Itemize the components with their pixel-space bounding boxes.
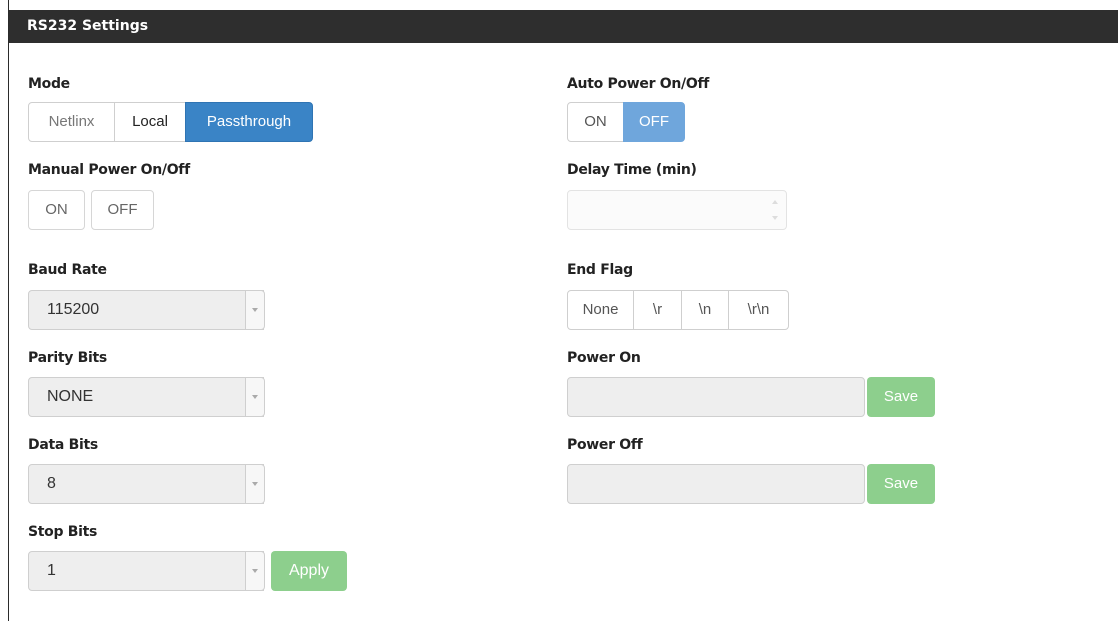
data-bits-dropdown-icon[interactable]	[245, 464, 265, 504]
data-bits-select[interactable]: 8	[28, 464, 264, 504]
power-on-label: Power On	[567, 350, 641, 366]
rs232-settings-panel: RS232 Settings Mode Netlinx Local Passth…	[8, 0, 1118, 621]
baud-rate-dropdown-icon[interactable]	[245, 290, 265, 330]
auto-power-off-button[interactable]: OFF	[623, 102, 685, 142]
end-flag-button-group: None \r \n \r\n	[567, 290, 789, 330]
manual-power-on-button[interactable]: ON	[28, 190, 85, 230]
end-flag-label: End Flag	[567, 262, 633, 278]
stop-bits-label: Stop Bits	[28, 524, 98, 540]
delay-time-label: Delay Time (min)	[567, 162, 697, 178]
panel-title: RS232 Settings	[9, 10, 1118, 43]
end-flag-cr-button[interactable]: \r	[633, 290, 682, 330]
mode-label: Mode	[28, 76, 70, 92]
auto-power-button-group: ON OFF	[567, 102, 685, 142]
power-on-save-button[interactable]: Save	[867, 377, 935, 417]
end-flag-crlf-button[interactable]: \r\n	[728, 290, 789, 330]
mode-button-group: Netlinx Local Passthrough	[28, 102, 313, 142]
mode-passthrough-button[interactable]: Passthrough	[185, 102, 313, 142]
auto-power-on-button[interactable]: ON	[567, 102, 624, 142]
apply-button[interactable]: Apply	[271, 551, 347, 591]
delay-time-input[interactable]	[567, 190, 787, 230]
power-off-label: Power Off	[567, 437, 643, 453]
parity-bits-label: Parity Bits	[28, 350, 107, 366]
spin-down-icon[interactable]	[768, 211, 782, 227]
parity-bits-select[interactable]: NONE	[28, 377, 264, 417]
stop-bits-dropdown-icon[interactable]	[245, 551, 265, 591]
end-flag-lf-button[interactable]: \n	[681, 290, 729, 330]
parity-bits-dropdown-icon[interactable]	[245, 377, 265, 417]
baud-rate-label: Baud Rate	[28, 262, 107, 278]
power-off-input[interactable]	[567, 464, 865, 504]
spin-up-icon[interactable]	[768, 194, 782, 210]
end-flag-none-button[interactable]: None	[567, 290, 634, 330]
power-off-save-button[interactable]: Save	[867, 464, 935, 504]
mode-netlinx-button[interactable]: Netlinx	[28, 102, 115, 142]
baud-rate-select[interactable]: 115200	[28, 290, 264, 330]
manual-power-off-button[interactable]: OFF	[91, 190, 154, 230]
auto-power-label: Auto Power On/Off	[567, 76, 710, 92]
mode-local-button[interactable]: Local	[114, 102, 186, 142]
data-bits-label: Data Bits	[28, 437, 98, 453]
power-on-input[interactable]	[567, 377, 865, 417]
manual-power-label: Manual Power On/Off	[28, 162, 190, 178]
stop-bits-select[interactable]: 1	[28, 551, 264, 591]
